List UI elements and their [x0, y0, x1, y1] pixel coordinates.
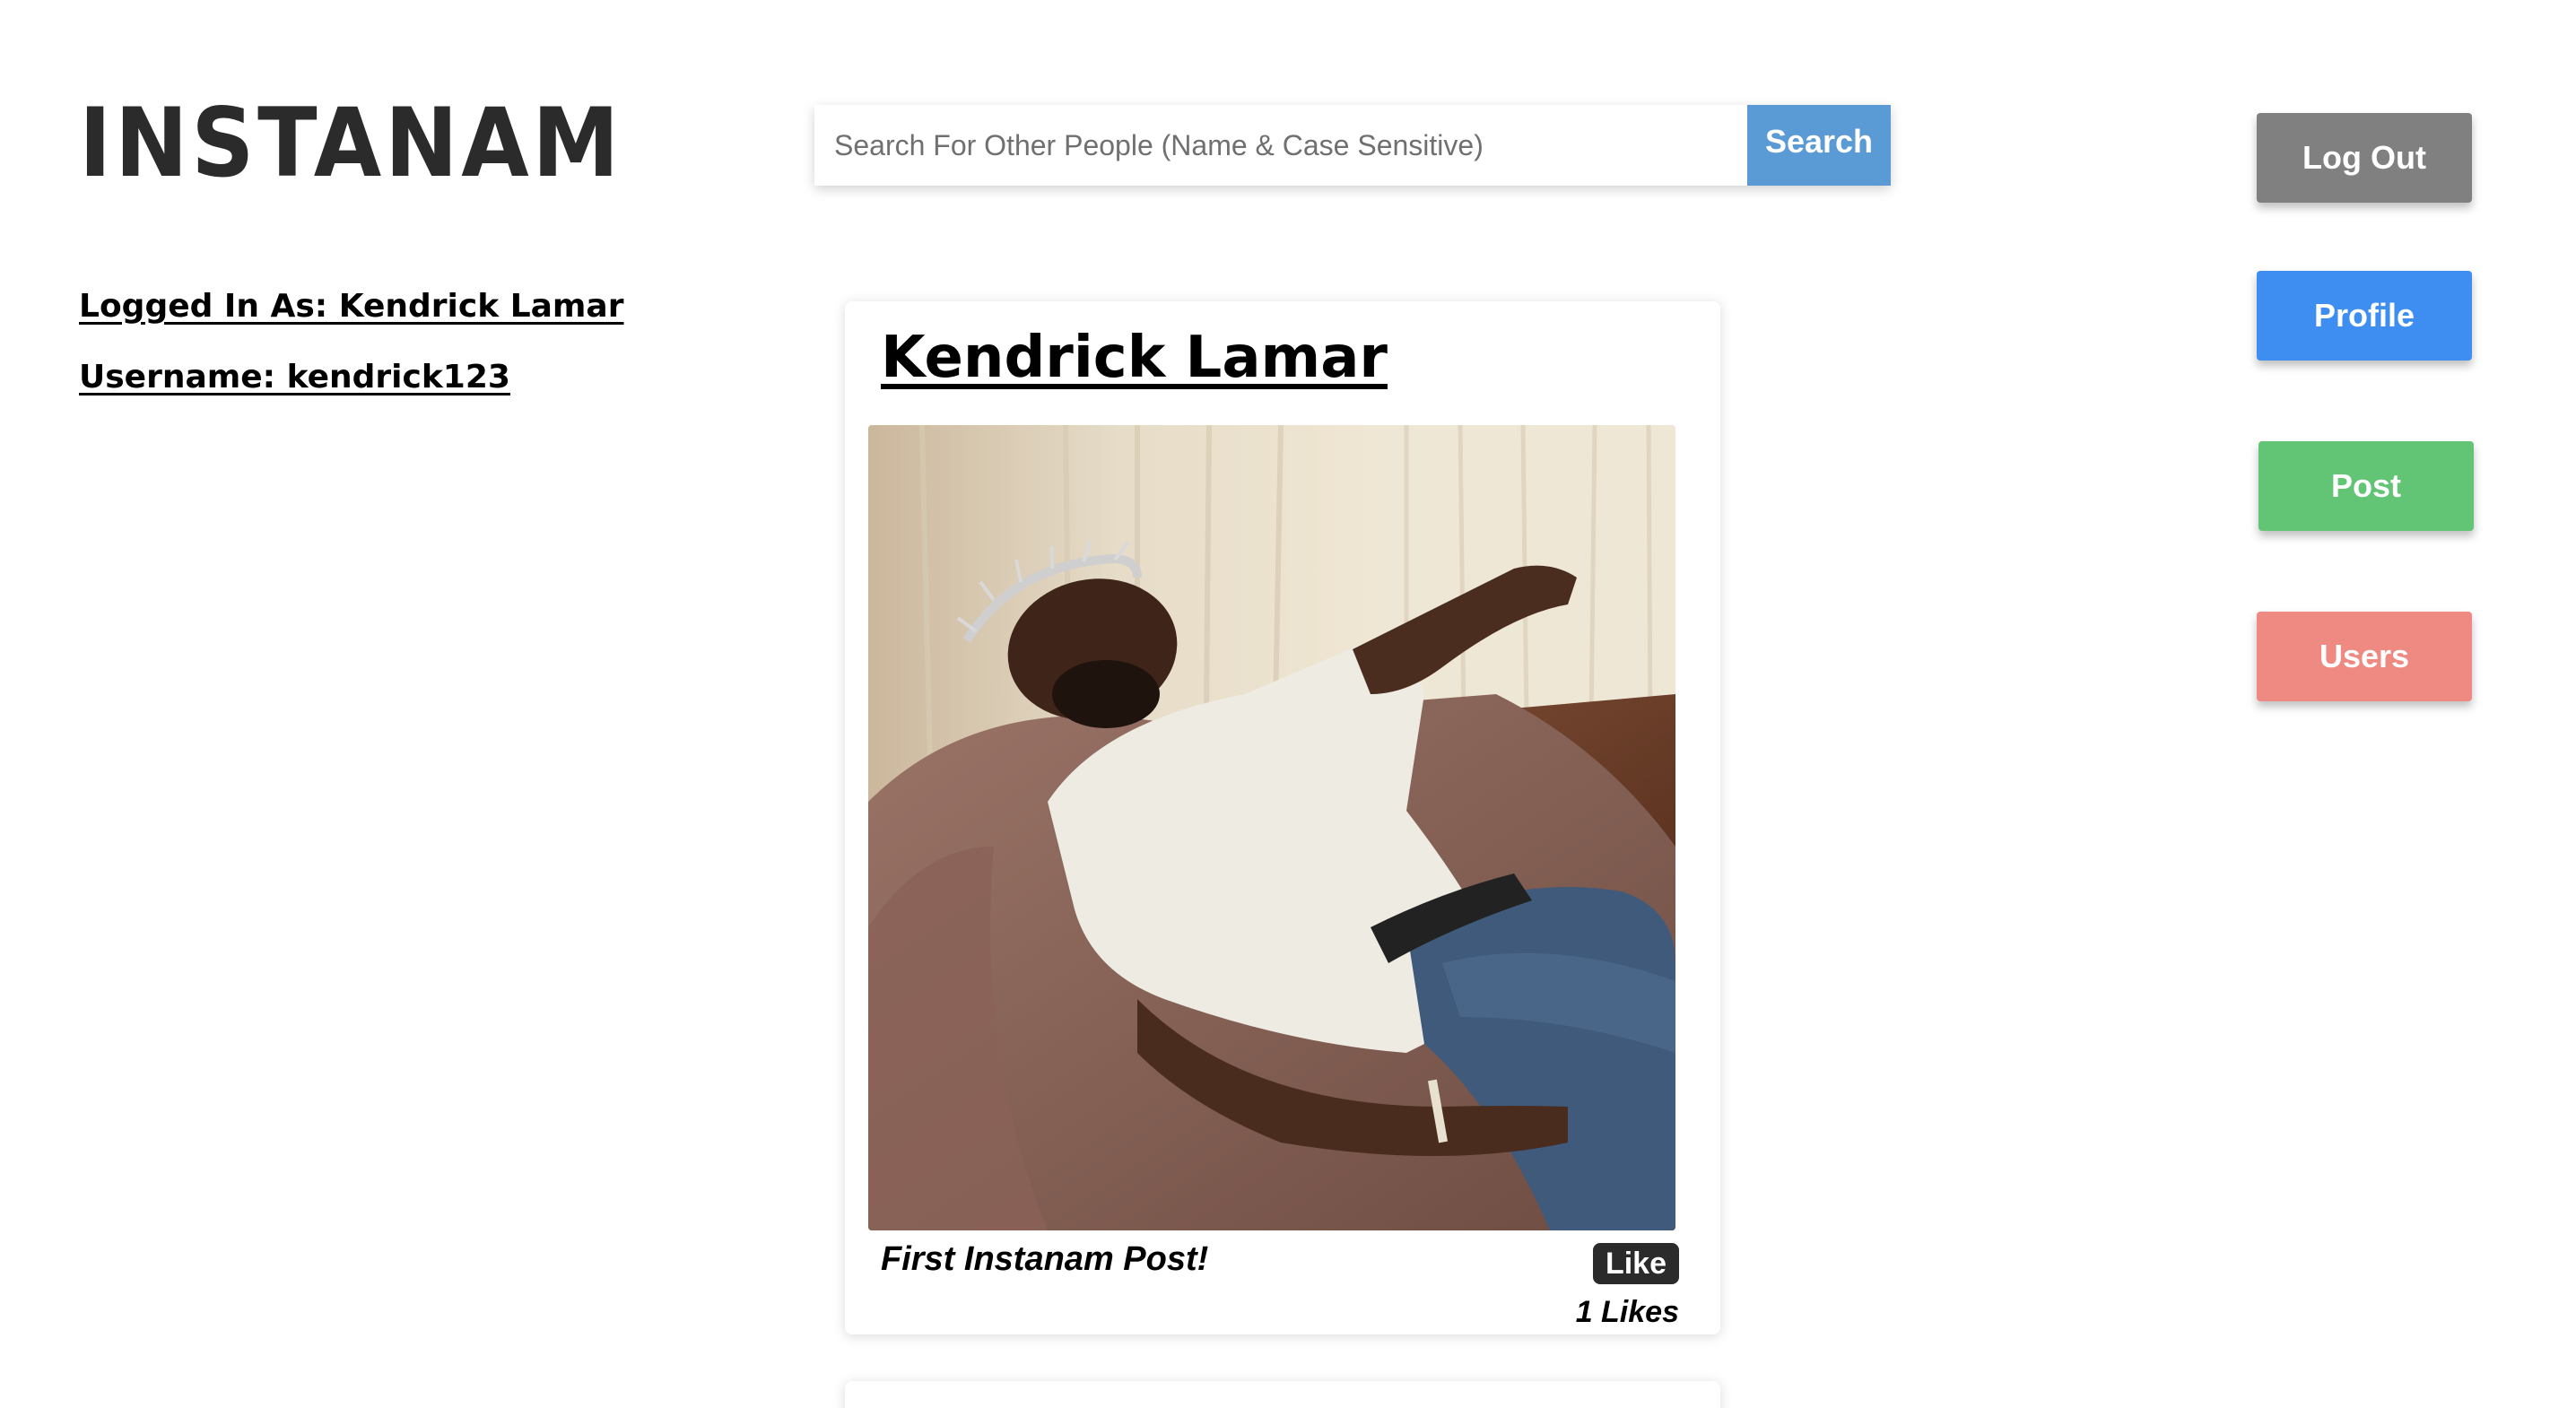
like-count: 1 Likes	[1575, 1295, 1679, 1329]
post-image	[868, 425, 1675, 1230]
users-button[interactable]: Users	[2257, 612, 2472, 701]
user-info: Logged In As: Kendrick Lamar Username: k…	[79, 285, 623, 427]
logged-in-as-link[interactable]: Logged In As: Kendrick Lamar	[79, 285, 623, 328]
post-photo	[868, 425, 1675, 1230]
post-caption: First Instanam Post!	[881, 1240, 1209, 1278]
post-card: Kendrick Lamar First Instanam Post! Like…	[845, 301, 1720, 1334]
search-button[interactable]: Search	[1747, 105, 1891, 186]
username-link[interactable]: Username: kendrick123	[79, 356, 623, 399]
like-button[interactable]: Like	[1593, 1243, 1679, 1284]
post-card-next	[845, 1381, 1720, 1408]
post-button[interactable]: Post	[2258, 441, 2474, 531]
post-author-link[interactable]: Kendrick Lamar	[881, 319, 1388, 396]
app-logo[interactable]: INSTANAM	[79, 90, 622, 197]
search-bar: Search	[814, 105, 1891, 186]
search-input[interactable]	[814, 105, 1747, 186]
logout-button[interactable]: Log Out	[2257, 113, 2472, 203]
page: INSTANAM Logged In As: Kendrick Lamar Us…	[0, 0, 2576, 1408]
profile-button[interactable]: Profile	[2257, 271, 2472, 361]
